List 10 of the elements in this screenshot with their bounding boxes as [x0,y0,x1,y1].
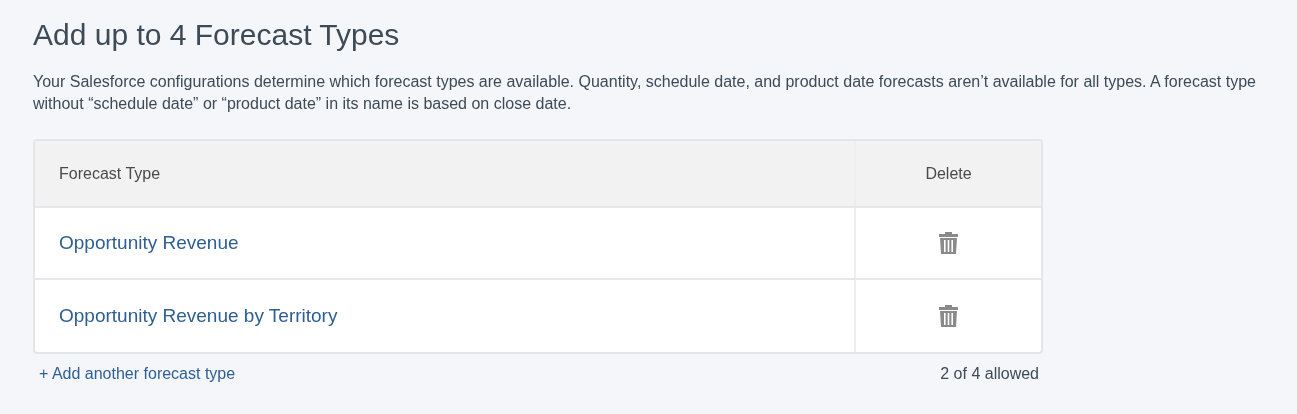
trash-icon[interactable] [939,305,958,327]
page-title: Add up to 4 Forecast Types [33,17,401,53]
forecast-type-link[interactable]: Opportunity Revenue [59,228,239,258]
forecast-type-link[interactable]: Opportunity Revenue by Territory [59,301,338,331]
trash-icon[interactable] [939,232,958,254]
description-text: Your Salesforce configurations determine which forecast types are available. Quantity, schedule date, and product date forecasts aren’t available for all types. A forecast type without “schedule date” or “product date” in its name is based on close date. [33,72,1257,114]
column-header: Forecast Type [59,163,161,184]
allowed-count: 2 of 4 allowed [940,364,1039,384]
add-forecast-type-link[interactable]: + Add another forecast type [39,362,236,386]
column-header: Delete [925,163,972,184]
